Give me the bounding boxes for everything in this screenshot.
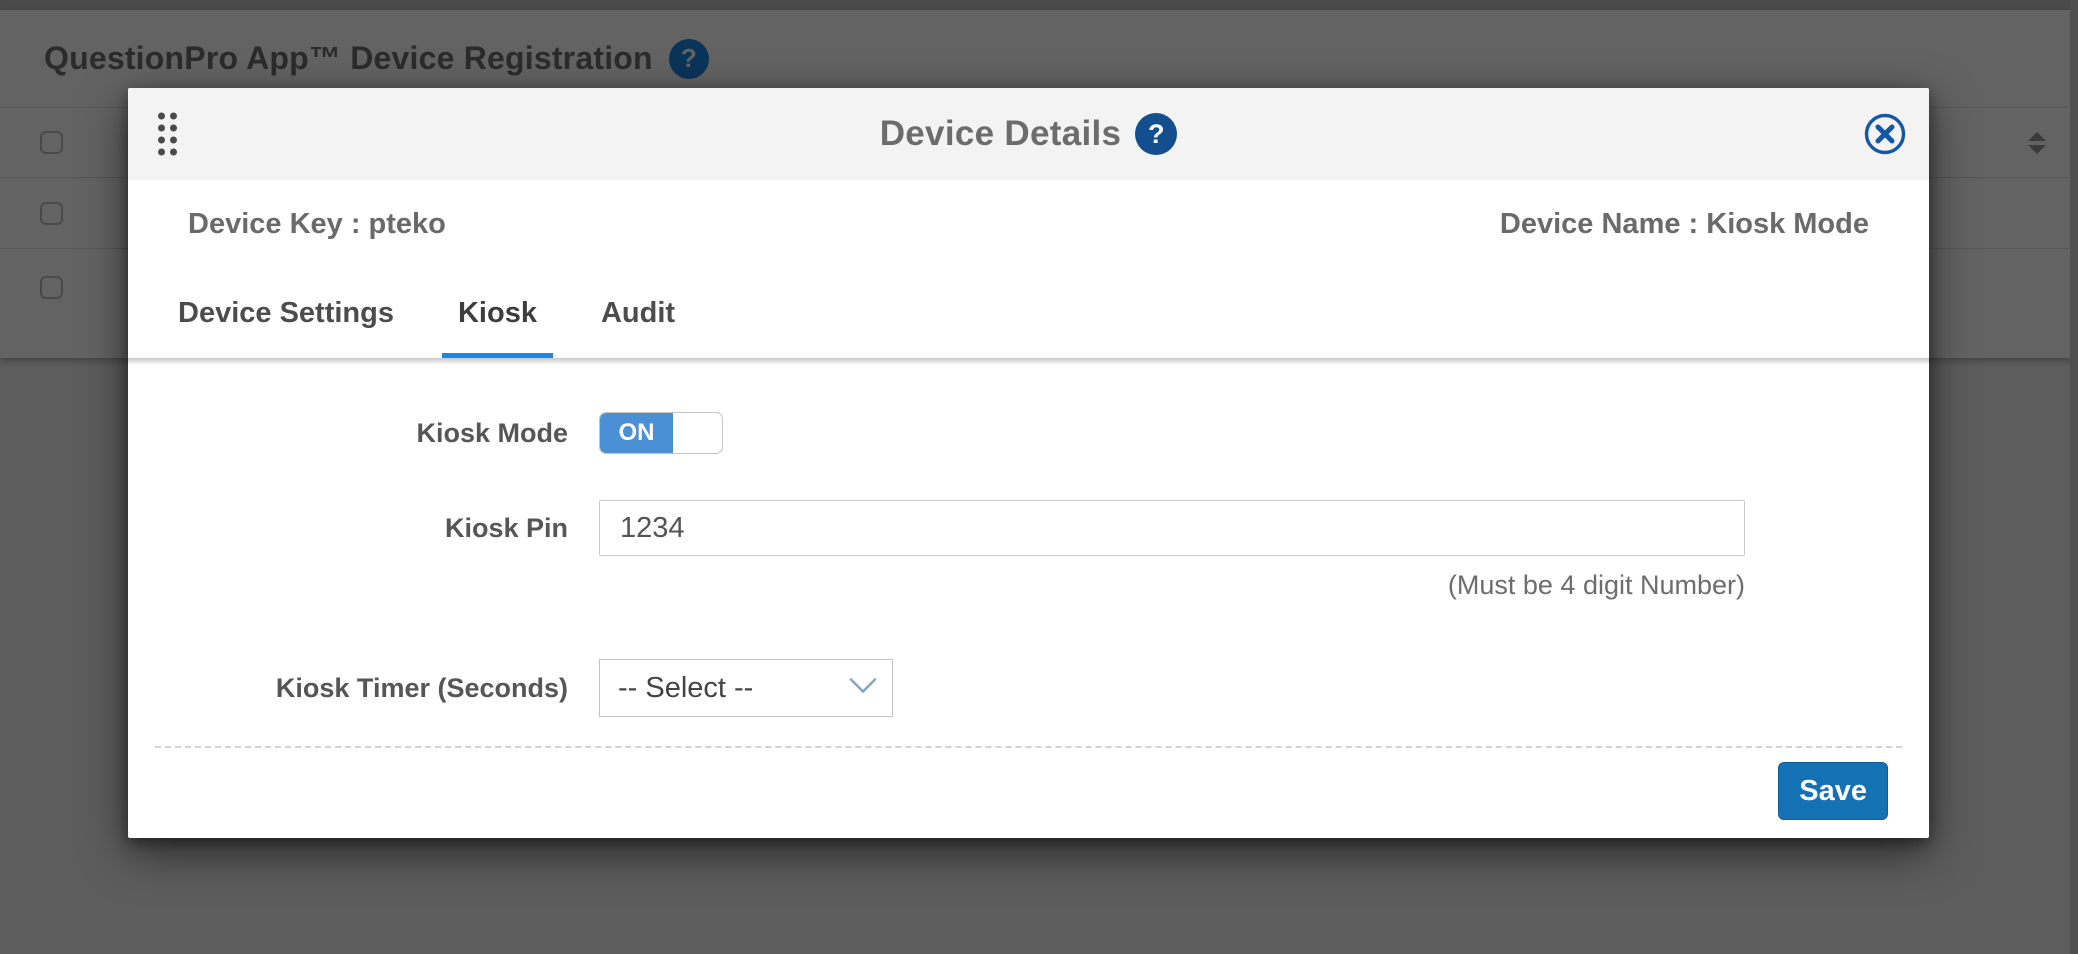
- device-key-text: Device Key : pteko: [188, 208, 446, 241]
- close-icon[interactable]: [1863, 112, 1907, 156]
- modal-header: Device Details ?: [128, 88, 1929, 180]
- kiosk-timer-label: Kiosk Timer (Seconds): [128, 673, 568, 704]
- chevron-down-icon: [848, 676, 878, 701]
- modal-tabbar: Device Settings Kiosk Audit: [128, 268, 1929, 358]
- kiosk-mode-label: Kiosk Mode: [128, 418, 568, 449]
- kiosk-tab-panel: Kiosk Mode ON Kiosk Pin (Must be 4 digit…: [128, 358, 1929, 820]
- kiosk-mode-toggle[interactable]: ON: [599, 412, 723, 454]
- tab-audit[interactable]: Audit: [585, 268, 691, 358]
- kiosk-pin-input[interactable]: [599, 500, 1745, 556]
- kiosk-mode-row: Kiosk Mode ON: [128, 412, 1929, 454]
- drag-handle-icon[interactable]: [158, 113, 177, 156]
- kiosk-timer-selected-value: -- Select --: [618, 672, 753, 705]
- kiosk-timer-select[interactable]: -- Select --: [599, 659, 893, 717]
- save-button[interactable]: Save: [1778, 762, 1888, 820]
- tab-device-settings[interactable]: Device Settings: [162, 268, 410, 358]
- kiosk-timer-row: Kiosk Timer (Seconds) -- Select --: [128, 659, 1929, 717]
- modal-title-wrap: Device Details ?: [128, 113, 1929, 155]
- modal-title: Device Details: [880, 114, 1122, 154]
- device-details-modal: Device Details ? Device Key : pteko Devi…: [128, 88, 1929, 838]
- tab-kiosk[interactable]: Kiosk: [442, 268, 553, 358]
- footer-row: Save: [128, 748, 1929, 820]
- kiosk-pin-hint: (Must be 4 digit Number): [599, 570, 1745, 601]
- modal-subheader: Device Key : pteko Device Name : Kiosk M…: [128, 180, 1929, 268]
- kiosk-pin-field-col: (Must be 4 digit Number): [599, 500, 1745, 601]
- modal-help-icon[interactable]: ?: [1135, 113, 1177, 155]
- device-name-text: Device Name : Kiosk Mode: [1500, 208, 1869, 241]
- kiosk-pin-label: Kiosk Pin: [128, 513, 568, 544]
- toggle-on-label: ON: [600, 413, 673, 453]
- kiosk-pin-row: Kiosk Pin (Must be 4 digit Number): [128, 500, 1929, 601]
